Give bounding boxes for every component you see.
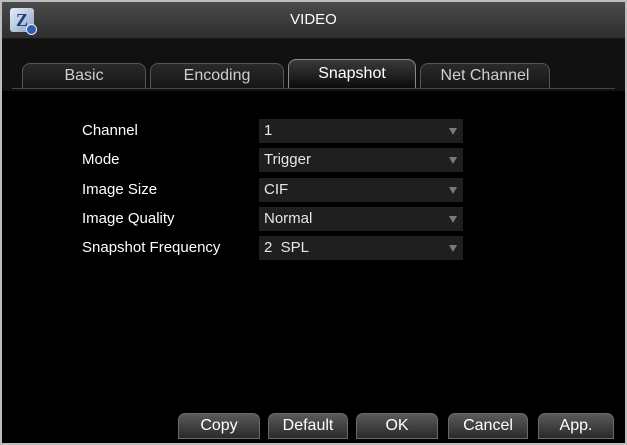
tab-net-channel[interactable]: Net Channel [420, 63, 550, 89]
ok-button[interactable]: OK [356, 413, 438, 439]
mode-label: Mode [82, 151, 120, 168]
dropdown-arrow-icon [449, 187, 457, 194]
dropdown-arrow-icon [449, 128, 457, 135]
title-bar: Z VIDEO [2, 2, 625, 39]
tab-bar: Basic Encoding Snapshot Net Channel [2, 39, 625, 91]
image-quality-label: Image Quality [82, 210, 175, 227]
image-quality-value: Normal [264, 210, 313, 227]
cancel-button[interactable]: Cancel [448, 413, 528, 439]
tab-encoding[interactable]: Encoding [150, 63, 284, 89]
copy-button[interactable]: Copy [178, 413, 260, 439]
channel-select[interactable]: 1 [259, 119, 463, 143]
snapshot-frequency-label: Snapshot Frequency [82, 239, 221, 256]
snapshot-frequency-select[interactable]: 2 SPL [259, 236, 463, 260]
apply-button[interactable]: App. [538, 413, 614, 439]
image-size-value: CIF [264, 181, 289, 198]
image-size-select[interactable]: CIF [259, 178, 463, 202]
snapshot-frequency-value: 2 SPL [264, 239, 310, 256]
dropdown-arrow-icon [449, 157, 457, 164]
channel-value: 1 [264, 122, 273, 139]
image-size-label: Image Size [82, 181, 158, 198]
video-settings-window: Z VIDEO Basic Encoding Snapshot Net Chan… [0, 0, 627, 445]
image-quality-select[interactable]: Normal [259, 207, 463, 231]
tab-divider [12, 88, 615, 89]
mode-select[interactable]: Trigger [259, 148, 463, 172]
tab-basic[interactable]: Basic [22, 63, 146, 89]
dropdown-arrow-icon [449, 216, 457, 223]
default-button[interactable]: Default [268, 413, 348, 439]
mode-value: Trigger [264, 151, 311, 168]
channel-label: Channel [82, 122, 138, 139]
tab-snapshot[interactable]: Snapshot [288, 59, 416, 89]
window-title: VIDEO [290, 11, 337, 28]
dropdown-arrow-icon [449, 245, 457, 252]
